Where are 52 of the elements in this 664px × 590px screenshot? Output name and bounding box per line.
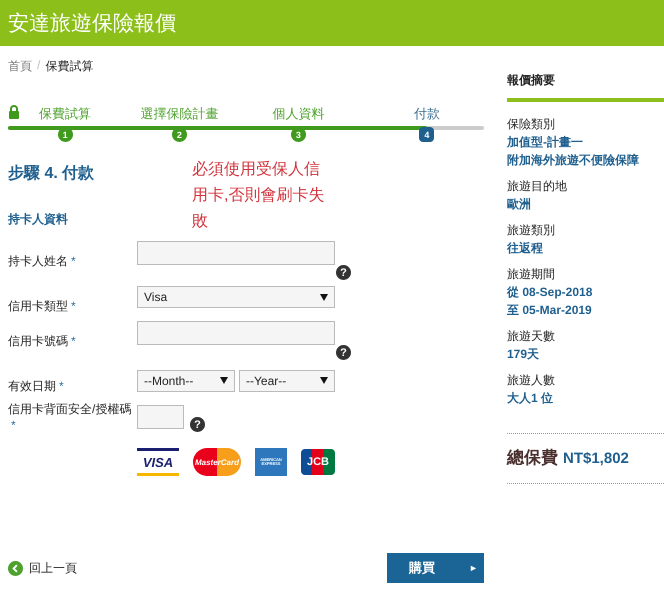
step-marker: 4 <box>419 127 434 142</box>
summary-label: 旅遊人數 <box>507 372 556 389</box>
summary-label: 保險類別 <box>507 116 556 133</box>
dropdown[interactable]: --Month-- <box>137 370 235 392</box>
summary-label: 旅遊期間 <box>507 266 556 283</box>
dropdown[interactable]: Visa <box>137 286 335 308</box>
step-label: 個人資料 <box>272 105 324 123</box>
summary-value: 至 05-Mar-2019 <box>507 302 593 319</box>
summary-value: 往返程 <box>507 240 544 257</box>
text-field[interactable] <box>137 404 184 428</box>
step-label: 選擇保險計畫 <box>140 105 218 123</box>
field-label: 信用卡類型 * <box>8 298 77 315</box>
total-label: 總保費 <box>507 447 558 469</box>
back-icon <box>8 560 23 576</box>
step-heading: 步驟 4. 付款 <box>8 164 96 184</box>
warning-text: 必須使用受保人信用卡,否則會刷卡失敗 <box>192 160 326 232</box>
field-label: 信用卡號碼 * <box>8 333 77 350</box>
back-link[interactable]: 回上一頁 <box>8 560 77 576</box>
card-logo: VISA <box>137 448 179 476</box>
step-marker: 1 <box>58 127 73 142</box>
field-label: 有效日期 * <box>8 378 65 395</box>
step-marker: 2 <box>172 127 187 142</box>
page-title: 安達旅遊保險報價 <box>8 11 176 37</box>
summary-value: 加值型-計畫一 <box>507 134 584 151</box>
summary-heading: 報價摘要 <box>507 72 664 102</box>
help-icon[interactable]: ? <box>336 265 351 280</box>
card-logo: MasterCard <box>193 448 241 476</box>
text-field[interactable] <box>137 321 335 345</box>
text-field[interactable] <box>137 241 335 265</box>
summary-value: 大人1 位 <box>507 390 554 407</box>
summary-label: 旅遊天數 <box>507 328 556 345</box>
summary-value: 179天 <box>507 346 540 363</box>
step-marker: 3 <box>290 127 306 142</box>
summary-label: 旅遊類別 <box>507 222 556 239</box>
dropdown[interactable]: --Year-- <box>239 370 335 392</box>
help-icon[interactable]: ? <box>336 345 351 360</box>
summary-value: 附加海外旅遊不便險保障 <box>507 152 640 169</box>
section-heading: 持卡人資料 <box>8 211 69 228</box>
buy-button[interactable]: 購買 ► <box>387 553 484 583</box>
step-label: 保費試算 <box>39 105 92 123</box>
breadcrumb-link[interactable]: 保費試算 <box>45 58 94 75</box>
field-label: 信用卡背面安全/授權碼 * <box>8 401 132 432</box>
step-label: 付款 <box>414 105 440 123</box>
summary-value: 從 08-Sep-2018 <box>507 284 594 301</box>
total-price: NT$1,802 <box>563 450 629 467</box>
summary-value: 歐洲 <box>507 196 532 213</box>
field-label: 持卡人姓名 * <box>8 253 77 270</box>
summary-label: 旅遊目的地 <box>507 178 568 195</box>
breadcrumb-separator: / <box>37 58 40 74</box>
lock-icon <box>8 105 20 119</box>
help-icon[interactable]: ? <box>190 417 205 432</box>
breadcrumb-link[interactable]: 首頁 <box>8 58 32 75</box>
